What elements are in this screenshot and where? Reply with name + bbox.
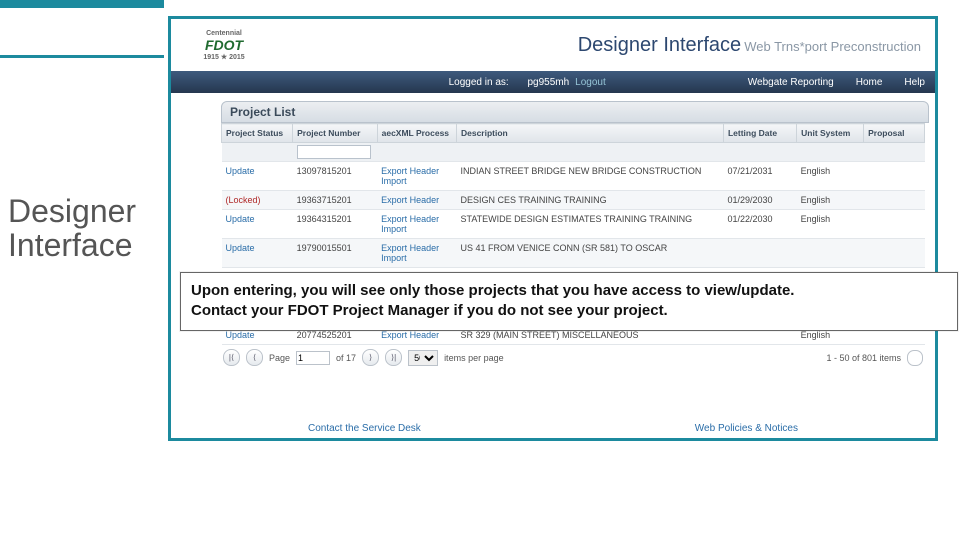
description-cell: STATEWIDE DESIGN ESTIMATES TRAINING TRAI…	[456, 210, 723, 239]
instruction-callout: Upon entering, you will see only those p…	[180, 272, 958, 331]
pager-page-label: Page	[269, 353, 290, 363]
letting-date-cell: 01/29/2030	[723, 191, 796, 210]
import-link[interactable]: Import	[381, 253, 407, 263]
project-number-cell: 19790015501	[293, 239, 378, 268]
logout-link[interactable]: Logout	[575, 77, 606, 88]
project-number-cell: 19363715201	[293, 191, 378, 210]
letting-date-cell	[723, 239, 796, 268]
logged-in-label: Logged in as: pg955mh	[433, 77, 570, 88]
menubar: Logged in as: pg955mh Logout Webgate Rep…	[171, 71, 935, 93]
col-letting-date[interactable]: Letting Date	[723, 124, 796, 143]
pager: |⟨ ⟨ Page of 17 ⟩ ⟩| 50 items per page 1…	[221, 345, 925, 370]
status-link[interactable]: Update	[226, 330, 255, 340]
description-cell: INDIAN STREET BRIDGE NEW BRIDGE CONSTRUC…	[456, 162, 723, 191]
export-header-link[interactable]: Export Header	[381, 214, 439, 224]
status-link[interactable]: Update	[226, 214, 255, 224]
unit-system-cell: English	[797, 191, 864, 210]
project-grid: Project Status Project Number aecXML Pro…	[221, 123, 925, 370]
col-project-number[interactable]: Project Number	[293, 124, 378, 143]
export-header-link[interactable]: Export Header	[381, 243, 439, 253]
letting-date-cell: 01/22/2030	[723, 210, 796, 239]
app-title: Designer Interface	[578, 34, 741, 56]
import-link[interactable]: Import	[381, 224, 407, 234]
unit-system-cell	[797, 239, 864, 268]
pager-pagesize-select[interactable]: 50	[408, 350, 438, 366]
slide-accent	[0, 0, 164, 58]
refresh-icon[interactable]	[907, 350, 923, 366]
col-project-status[interactable]: Project Status	[222, 124, 293, 143]
pager-pagesize-label: items per page	[444, 353, 504, 363]
project-number-cell: 13097815201	[293, 162, 378, 191]
webgate-link[interactable]: Webgate Reporting	[748, 77, 834, 88]
pager-first-icon[interactable]: |⟨	[223, 349, 240, 366]
pager-page-input[interactable]	[296, 351, 330, 365]
table-row: Update 19364315201Export HeaderImport STAT…	[222, 210, 925, 239]
footer-policies-link[interactable]: Web Policies & Notices	[695, 423, 798, 434]
table-row: (Locked) 19363715201Export Header DESIGN C…	[222, 191, 925, 210]
table-row: Update 13097815201Export HeaderImport INDI…	[222, 162, 925, 191]
pager-of-label: of 17	[336, 353, 356, 363]
help-link[interactable]: Help	[904, 77, 925, 88]
app-window: Centennial FDOT 1915 ★ 2015 Designer Int…	[168, 16, 938, 441]
pager-prev-icon[interactable]: ⟨	[246, 349, 263, 366]
status-link[interactable]: Update	[226, 166, 255, 176]
app-subtitle: Web Trns*port Preconstruction	[744, 39, 921, 54]
import-link[interactable]: Import	[381, 176, 407, 186]
pager-last-icon[interactable]: ⟩|	[385, 349, 402, 366]
panel-title: Project List	[221, 101, 929, 123]
export-header-link[interactable]: Export Header	[381, 330, 439, 340]
slide-title: DesignerInterface	[8, 195, 136, 262]
pager-next-icon[interactable]: ⟩	[362, 349, 379, 366]
status-link[interactable]: Update	[226, 243, 255, 253]
app-header: Centennial FDOT 1915 ★ 2015 Designer Int…	[171, 19, 935, 71]
description-cell: DESIGN CES TRAINING TRAINING	[456, 191, 723, 210]
export-header-link[interactable]: Export Header	[381, 195, 439, 205]
export-header-link[interactable]: Export Header	[381, 166, 439, 176]
col-description[interactable]: Description	[456, 124, 723, 143]
col-aecxml-process[interactable]: aecXML Process	[377, 124, 456, 143]
fdot-logo: Centennial FDOT 1915 ★ 2015	[179, 25, 269, 65]
description-cell: US 41 FROM VENICE CONN (SR 581) TO OSCAR	[456, 239, 723, 268]
filter-project-number[interactable]	[297, 145, 371, 159]
project-number-cell: 19364315201	[293, 210, 378, 239]
col-unit-system[interactable]: Unit System	[797, 124, 864, 143]
pager-summary: 1 - 50 of 801 items	[826, 353, 901, 363]
table-row: Update 19790015501Export HeaderImport US 4…	[222, 239, 925, 268]
status-link: (Locked)	[226, 195, 261, 205]
unit-system-cell: English	[797, 162, 864, 191]
home-link[interactable]: Home	[856, 77, 883, 88]
letting-date-cell: 07/21/2031	[723, 162, 796, 191]
col-proposal[interactable]: Proposal	[864, 124, 925, 143]
unit-system-cell: English	[797, 210, 864, 239]
footer-contact-link[interactable]: Contact the Service Desk	[308, 423, 421, 434]
